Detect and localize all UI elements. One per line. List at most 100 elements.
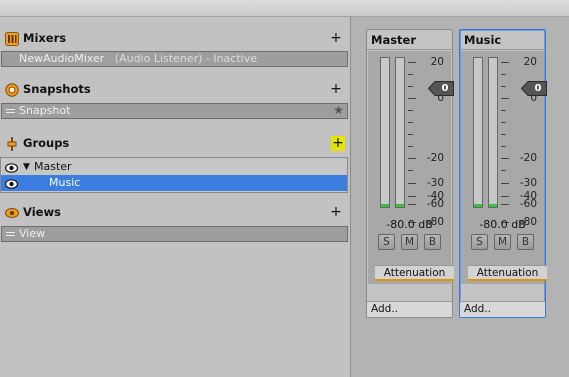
scale-label: -30 [519,177,537,189]
scale-tick [501,98,509,99]
mixer-status: (Audio Listener) - Inactive [114,52,257,65]
snapshot-item[interactable]: Snapshot ★ [1,103,348,119]
groups-header: Groups + [0,134,350,154]
bypass-button[interactable]: B [424,234,441,250]
scale-tick [408,204,416,205]
mixers-title: Mixers [23,31,67,45]
scale-label: -30 [426,177,444,189]
meter-fill [474,204,482,207]
scale-tick [408,158,416,159]
eye-icon[interactable] [4,178,19,189]
scale-tick [501,158,509,159]
scale-label: 20 [523,56,537,68]
scale-tick [501,183,509,184]
scale-tick [408,86,413,87]
group-label-master: Master [34,160,72,173]
left-panel: Mixers + NewAudioMixer (Audio Listener) … [0,17,350,377]
scale-tick [408,74,413,75]
scale-tick [501,146,506,147]
mute-button[interactable]: M [494,234,511,250]
drag-handle-icon[interactable] [6,109,15,113]
solo-button[interactable]: S [378,234,395,250]
meter-fill [489,204,497,207]
bypass-button[interactable]: B [517,234,534,250]
scale-tick [501,170,506,171]
volume-db-readout: -80.0 dB [386,218,433,231]
mute-button[interactable]: M [401,234,418,250]
attenuation-value: 0 [441,83,449,94]
scale-tick [408,122,413,123]
views-header: Views + [0,203,350,223]
snapshots-title: Snapshots [23,82,91,96]
add-mixer-button[interactable]: + [329,29,343,47]
scale-tick [501,134,506,135]
add-group-button[interactable]: + [331,136,345,151]
level-meter-left [380,57,390,208]
attenuation-slider-handle[interactable]: 0 [520,81,547,96]
scale-label: -60 [426,198,444,210]
group-icon [5,137,19,151]
meter-fill [381,204,389,207]
scale-tick [408,170,413,171]
add-view-button[interactable]: + [329,203,343,221]
scale-tick [501,62,509,63]
expand-arrow-icon[interactable]: ▼ [23,159,30,175]
groups-title: Groups [23,136,70,150]
attenuation-slider-handle[interactable]: 0 [427,81,454,96]
mixer-strips-panel: Master 20 0 -20 -30 -40 -60 -80 0 -80.0 dB S M B Atte… [351,17,569,377]
snapshots-header: Snapshots + [0,80,350,100]
mixer-item[interactable]: NewAudioMixer (Audio Listener) - Inactiv… [1,51,348,67]
group-label-music: Music [49,176,81,189]
effect-attenuation[interactable]: Attenuation [468,265,547,281]
strip-body: 20 0 -20 -30 -40 -60 -80 0 -80.0 dB S M B [368,51,454,284]
drag-handle-icon[interactable] [6,232,15,236]
groups-list: ▼ Master Music [0,157,348,193]
snapshot-name: Snapshot [19,104,71,117]
level-meter-left [473,57,483,208]
attenuation-value: 0 [534,83,542,94]
scale-label: 20 [430,56,444,68]
scale-tick [408,146,413,147]
scale-tick [408,110,413,111]
add-effect-button[interactable]: Add.. [367,301,452,317]
mixers-header: Mixers + [0,29,350,49]
add-snapshot-button[interactable]: + [329,80,343,98]
scale-tick [408,62,416,63]
level-meter-right [488,57,498,208]
group-row-master[interactable]: ▼ Master [1,159,347,175]
meter-fill [396,204,404,207]
scale-tick [408,196,416,197]
strip-title: Music [460,30,545,50]
scale-tick [501,204,509,205]
scale-tick [501,74,506,75]
scale-tick [408,134,413,135]
group-row-music[interactable]: Music [1,175,347,191]
scale-tick [501,122,506,123]
snapshot-icon [5,83,19,97]
eye-icon[interactable] [4,162,19,173]
scale-label: -20 [426,152,444,164]
mixer-name: NewAudioMixer [19,52,105,65]
scale-label: -60 [519,198,537,210]
effect-attenuation[interactable]: Attenuation [375,265,454,281]
scale-tick [408,98,416,99]
strip-title: Master [367,30,452,50]
scale-tick [501,86,506,87]
scale-tick [501,110,506,111]
scale-tick [408,183,416,184]
scale-tick [501,196,509,197]
mixer-strip-music[interactable]: Music 20 0 -20 -30 -40 -60 -80 0 -80.0 dB S M B Atten… [459,29,547,318]
view-icon [5,206,19,220]
view-item[interactable]: View [1,226,348,242]
star-icon[interactable]: ★ [333,103,344,117]
view-name: View [19,227,46,240]
strip-body: 20 0 -20 -30 -40 -60 -80 0 -80.0 dB S M B [461,51,547,284]
volume-db-readout: -80.0 dB [479,218,526,231]
add-effect-button[interactable]: Add.. [460,301,545,317]
solo-button[interactable]: S [471,234,488,250]
toolbar [0,0,569,17]
mixer-strip-master[interactable]: Master 20 0 -20 -30 -40 -60 -80 0 -80.0 dB S M B Atte… [366,29,454,318]
level-meter-right [395,57,405,208]
scale-label: -20 [519,152,537,164]
views-title: Views [23,205,61,219]
